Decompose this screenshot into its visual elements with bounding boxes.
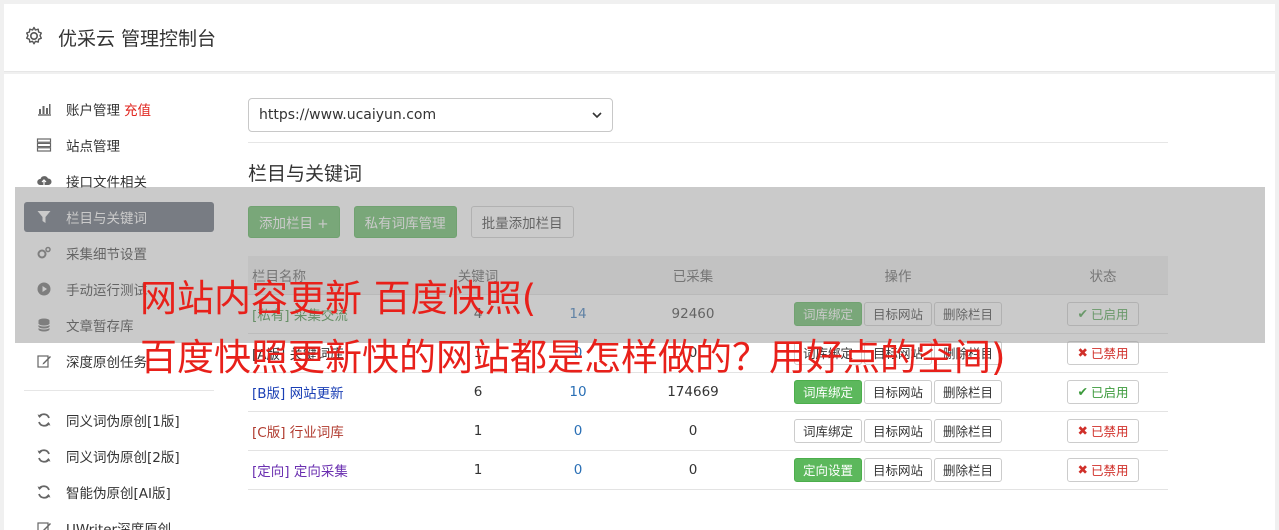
delete-column-button[interactable]: 删除栏目 bbox=[934, 379, 1003, 404]
target-site-button[interactable]: 目标网站 bbox=[863, 457, 932, 482]
column-name-cell[interactable]: [C版] 行业词库 bbox=[248, 411, 428, 451]
column-tag: [C版] bbox=[252, 424, 286, 441]
status-label: 已禁用 bbox=[1090, 346, 1129, 361]
refresh-icon bbox=[36, 484, 52, 500]
edit-icon bbox=[36, 353, 52, 369]
close-icon: ✖ bbox=[1077, 462, 1088, 477]
delete-column-button[interactable]: 删除栏目 bbox=[934, 418, 1003, 443]
refresh-icon bbox=[36, 448, 52, 464]
bar-chart-icon bbox=[36, 101, 52, 117]
collected-count: 0 bbox=[628, 411, 758, 451]
status-toggle[interactable]: ✖ 已禁用 bbox=[1067, 340, 1139, 365]
sidebar-item[interactable]: 同义词伪原创[2版] bbox=[24, 441, 214, 471]
actions-cell: 定向设置 目标网站 删除栏目 bbox=[758, 450, 1038, 490]
sidebar-item-label: 同义词伪原创[2版] bbox=[66, 450, 180, 466]
collected-count: 0 bbox=[628, 450, 758, 490]
sidebar-item[interactable]: 同义词伪原创[1版] bbox=[24, 405, 214, 435]
sidebar-item-label: 站点管理 bbox=[66, 139, 120, 155]
bind-lib-button[interactable]: 词库绑定 bbox=[793, 379, 862, 404]
status-cell: ✖ 已禁用 bbox=[1038, 411, 1168, 451]
sidebar-divider bbox=[24, 390, 214, 391]
status-cell: ✔已启用 bbox=[1038, 372, 1168, 412]
edit-icon bbox=[36, 520, 52, 530]
header-bar: 优采云 管理控制台 bbox=[4, 4, 1275, 72]
target-site-button[interactable]: 目标网站 bbox=[863, 379, 932, 404]
column-count[interactable]: 0 bbox=[528, 411, 628, 451]
refresh-icon bbox=[36, 412, 52, 428]
status-label: 已禁用 bbox=[1090, 463, 1129, 478]
column-tag: [定向] bbox=[252, 463, 290, 480]
keyword-count: 1 bbox=[428, 450, 528, 490]
sidebar-item[interactable]: 站点管理 bbox=[24, 130, 214, 160]
check-icon: ✔ bbox=[1077, 384, 1088, 399]
site-select[interactable]: https://www.ucaiyun.com bbox=[248, 98, 613, 132]
overlay-title-line2: 百度快照更新快的网站都是怎样做的？用好点的空间) bbox=[140, 336, 1006, 379]
status-label: 已启用 bbox=[1090, 385, 1129, 400]
sidebar-item-label: 同义词伪原创[1版] bbox=[66, 414, 180, 430]
sidebar-item[interactable]: UWriter深度原创 bbox=[24, 513, 214, 530]
keyword-count: 1 bbox=[428, 411, 528, 451]
status-toggle[interactable]: ✖ 已禁用 bbox=[1067, 457, 1139, 482]
column-name: 行业词库 bbox=[289, 424, 344, 441]
close-icon: ✖ bbox=[1077, 423, 1088, 438]
section-title: 栏目与关键词 bbox=[248, 163, 363, 185]
overlay-title-line1: 网站内容更新 百度快照( bbox=[140, 277, 537, 320]
close-icon: ✖ bbox=[1077, 345, 1088, 360]
bind-lib-button[interactable]: 定向设置 bbox=[793, 457, 862, 482]
column-name-cell[interactable]: [定向] 定向采集 bbox=[248, 450, 428, 490]
recharge-link[interactable]: 充值 bbox=[124, 99, 151, 119]
gear-icon bbox=[26, 26, 42, 45]
actions-cell: 词库绑定目标网站删除栏目 bbox=[758, 411, 1038, 451]
sidebar-item-label: 深度原创任务 bbox=[66, 355, 147, 371]
bind-lib-button[interactable]: 词库绑定 bbox=[793, 418, 862, 443]
table-row: [定向] 定向采集 1 0 0 定向设置 目标网站 删除栏目 ✖ 已禁用 bbox=[248, 450, 1168, 490]
delete-column-button[interactable]: 删除栏目 bbox=[934, 457, 1003, 482]
column-count[interactable]: 0 bbox=[528, 450, 628, 490]
column-tag: [B版] bbox=[252, 385, 286, 402]
status-cell: ✖ 已禁用 bbox=[1038, 450, 1168, 490]
status-toggle[interactable]: ✖ 已禁用 bbox=[1067, 418, 1139, 443]
sidebar-item[interactable]: 智能伪原创[AI版] bbox=[24, 477, 214, 507]
table-row: [C版] 行业词库 1 0 0 词库绑定 目标网站 删除栏目 ✖ 已禁用 bbox=[248, 411, 1168, 451]
server-icon bbox=[36, 137, 52, 153]
target-site-button[interactable]: 目标网站 bbox=[863, 418, 932, 443]
sidebar-item-label: 账户管理 bbox=[66, 103, 120, 119]
column-name: 定向采集 bbox=[293, 463, 348, 480]
page-title: 优采云 管理控制台 bbox=[58, 28, 217, 50]
column-name: 网站更新 bbox=[289, 385, 344, 402]
site-select-value: https://www.ucaiyun.com bbox=[259, 107, 437, 123]
status-toggle[interactable]: ✔已启用 bbox=[1067, 379, 1139, 404]
chevron-down-icon bbox=[592, 112, 602, 119]
sidebar-item[interactable]: 账户管理 充值 bbox=[24, 94, 214, 124]
sidebar-item-label: 智能伪原创[AI版] bbox=[66, 486, 171, 502]
divider bbox=[248, 142, 1168, 143]
sidebar-item-label: UWriter深度原创 bbox=[66, 522, 172, 530]
status-label: 已禁用 bbox=[1090, 424, 1129, 439]
